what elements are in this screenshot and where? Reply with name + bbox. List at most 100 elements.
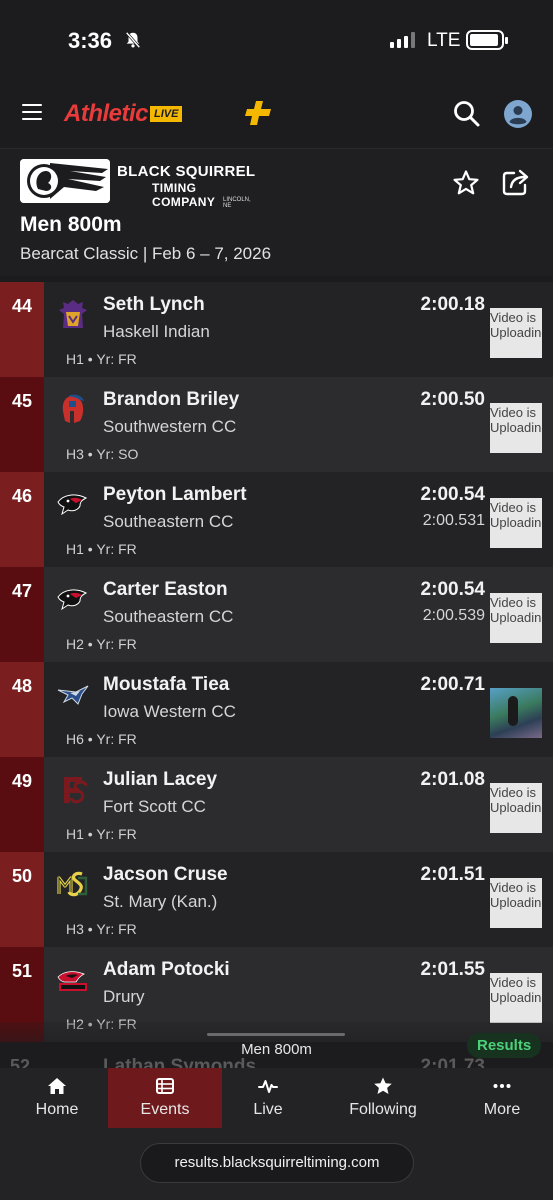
results-button[interactable]: Results <box>467 1033 542 1058</box>
result-row[interactable]: 47 Carter Easton Southeastern CC H2 • Yr… <box>0 567 553 662</box>
bell-muted-icon <box>125 31 141 49</box>
team-name[interactable]: Southeastern CC <box>103 607 233 627</box>
heat-year: H1 • Yr: FR <box>66 826 137 842</box>
heat-year: H1 • Yr: FR <box>66 541 137 557</box>
video-status: Video is Uploading <box>490 595 542 625</box>
results-list[interactable]: 44 Seth Lynch Haskell Indian H1 • Yr: FR… <box>0 282 553 1042</box>
team-name[interactable]: Southeastern CC <box>103 512 233 532</box>
menu-icon[interactable] <box>22 104 42 120</box>
team-name[interactable]: St. Mary (Kan.) <box>103 892 217 912</box>
favorite-star-icon[interactable] <box>452 169 480 197</box>
athlete-name[interactable]: Moustafa Tiea <box>103 674 229 696</box>
place-cell: 47 <box>0 567 44 662</box>
url-bar[interactable]: results.blacksquirreltiming.com <box>140 1143 414 1183</box>
place-cell: 46 <box>0 472 44 567</box>
video-status: Video is Uploading <box>490 880 542 910</box>
place-cell: 45 <box>0 377 44 472</box>
blackhawk-logo-icon <box>57 494 88 516</box>
video-thumbnail[interactable]: Video is Uploading <box>490 498 542 548</box>
result-row[interactable]: 49 Julian Lacey Fort Scott CC H1 • Yr: F… <box>0 757 553 852</box>
tab-events[interactable]: Events <box>108 1068 222 1128</box>
athlete-name[interactable]: Seth Lynch <box>103 294 205 316</box>
video-thumbnail[interactable]: Video is Uploading <box>490 593 542 643</box>
search-icon[interactable] <box>452 99 482 129</box>
result-mark: 2:00.54 <box>420 484 485 505</box>
app-header: Athletic LIVE <box>0 80 553 148</box>
video-thumbnail[interactable]: Video is Uploading <box>490 308 542 358</box>
result-mark-detail: 2:00.539 <box>422 607 485 624</box>
account-icon[interactable] <box>503 99 533 129</box>
result-body[interactable]: Moustafa Tiea Iowa Western CC H6 • Yr: F… <box>44 662 553 757</box>
event-title: Men 800m <box>20 213 122 236</box>
place-cell: 48 <box>0 662 44 757</box>
video-thumbnail[interactable]: Video is Uploading <box>490 783 542 833</box>
athlete-name[interactable]: Julian Lacey <box>103 769 217 791</box>
result-mark: 2:01.55 <box>420 959 485 980</box>
home-icon <box>48 1078 66 1094</box>
athletic-live-logo[interactable]: Athletic LIVE <box>64 100 183 128</box>
result-mark: 2:01.08 <box>420 769 485 790</box>
team-name[interactable]: Iowa Western CC <box>103 702 236 722</box>
result-body[interactable]: Brandon Briley Southwestern CC H3 • Yr: … <box>44 377 553 472</box>
video-status: Video is Uploading <box>490 405 542 435</box>
tab-more[interactable]: More <box>445 1068 553 1128</box>
tab-home[interactable]: Home <box>0 1068 114 1128</box>
athlete-name[interactable]: Brandon Briley <box>103 389 239 411</box>
team-name[interactable]: Drury <box>103 987 145 1007</box>
athlete-name[interactable]: Jacson Cruse <box>103 864 228 886</box>
result-row[interactable]: 50 Jacson Cruse St. Mary (Kan.) H3 • Yr:… <box>0 852 553 947</box>
timing-company-location: LINCOLN, NE <box>223 197 251 209</box>
result-mark: 2:00.50 <box>420 389 485 410</box>
video-thumbnail[interactable]: Video is Uploading <box>490 403 542 453</box>
place-cell: 44 <box>0 282 44 377</box>
more-icon <box>493 1084 511 1088</box>
list-icon <box>156 1078 174 1094</box>
result-row[interactable]: 48 Moustafa Tiea Iowa Western CC H6 • Yr… <box>0 662 553 757</box>
team-name[interactable]: Haskell Indian <box>103 322 210 342</box>
result-row[interactable]: 46 Peyton Lambert Southeastern CC H1 • Y… <box>0 472 553 567</box>
blackhawk-logo-icon <box>57 589 88 611</box>
result-body[interactable]: Julian Lacey Fort Scott CC H1 • Yr: FR 2… <box>44 757 553 852</box>
result-body[interactable]: Jacson Cruse St. Mary (Kan.) H3 • Yr: FR… <box>44 852 553 947</box>
result-body[interactable]: Carter Easton Southeastern CC H2 • Yr: F… <box>44 567 553 662</box>
result-mark: 2:01.51 <box>420 864 485 885</box>
place-cell: 50 <box>0 852 44 947</box>
place-number: 44 <box>11 296 33 316</box>
place-number: 45 <box>11 391 33 411</box>
cellular-signal-icon <box>390 32 415 48</box>
result-body[interactable]: Peyton Lambert Southeastern CC H1 • Yr: … <box>44 472 553 567</box>
spartan-helmet-logo-icon <box>62 394 84 423</box>
athlete-name[interactable]: Carter Easton <box>103 579 228 601</box>
black-squirrel-timing-logo: BLACK SQUIRREL TIMING COMPANY LINCOLN, N… <box>20 159 260 209</box>
place-number: 48 <box>11 676 33 696</box>
team-name[interactable]: Southwestern CC <box>103 417 236 437</box>
result-row[interactable]: 44 Seth Lynch Haskell Indian H1 • Yr: FR… <box>0 282 553 377</box>
tab-label: Following <box>349 1101 417 1118</box>
place-number: 50 <box>11 866 33 886</box>
pulse-icon <box>258 1080 278 1093</box>
tab-live[interactable]: Live <box>211 1068 325 1128</box>
squirrel-logo-icon <box>20 159 110 203</box>
share-icon[interactable] <box>501 167 531 197</box>
video-thumbnail-image[interactable] <box>490 688 542 738</box>
heat-year: H1 • Yr: FR <box>66 351 137 367</box>
drury-logo-icon <box>57 971 87 991</box>
video-status: Video is Uploading <box>490 785 542 815</box>
video-thumbnail[interactable]: Video is Uploading <box>490 973 542 1023</box>
video-thumbnail[interactable]: Video is Uploading <box>490 878 542 928</box>
plus-logo-icon[interactable] <box>244 98 274 128</box>
heat-year: H3 • Yr: FR <box>66 921 137 937</box>
tab-label: Live <box>253 1101 283 1118</box>
result-row[interactable]: 45 Brandon Briley Southwestern CC H3 • Y… <box>0 377 553 472</box>
athlete-name[interactable]: Peyton Lambert <box>103 484 247 506</box>
team-name[interactable]: Fort Scott CC <box>103 797 206 817</box>
bottom-tab-bar: Home Events Live Following More results.… <box>0 1068 553 1200</box>
brand-live-badge: LIVE <box>150 106 183 122</box>
athlete-name[interactable]: Adam Potocki <box>103 959 230 981</box>
tab-label: More <box>483 1101 521 1118</box>
place-number: 47 <box>11 581 33 601</box>
tab-following[interactable]: Following <box>326 1068 440 1128</box>
timing-company-title: BLACK SQUIRREL <box>117 163 256 180</box>
result-body[interactable]: Seth Lynch Haskell Indian H1 • Yr: FR 2:… <box>44 282 553 377</box>
sheet-drag-handle[interactable] <box>207 1033 345 1036</box>
